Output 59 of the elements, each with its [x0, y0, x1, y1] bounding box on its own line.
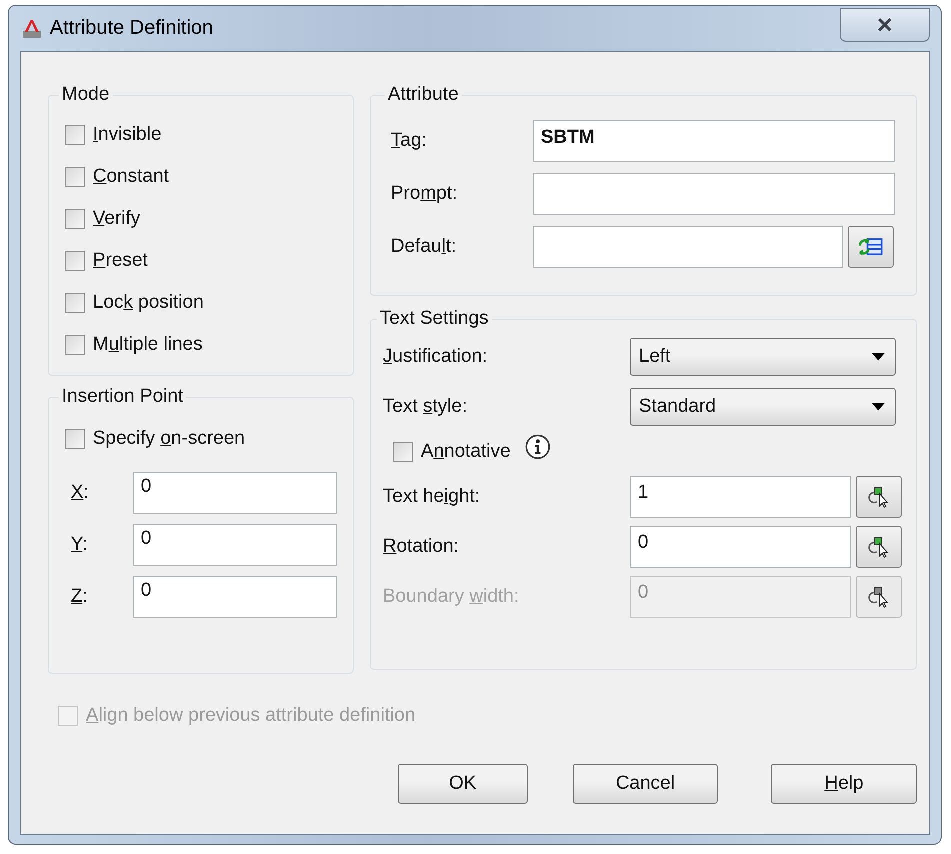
field-label: Tag:: [391, 130, 428, 152]
group-title: Attribute: [387, 84, 460, 106]
dropdown[interactable]: Standard: [630, 388, 896, 426]
checkbox-label: Preset: [93, 250, 148, 272]
checkbox-label: Constant: [93, 166, 170, 188]
cursor-icon: [867, 585, 891, 609]
checkbox-label: Annotative: [421, 441, 511, 463]
checkbox[interactable]: [65, 429, 85, 449]
dialog-button[interactable]: Help: [771, 764, 917, 804]
input-field[interactable]: [533, 172, 895, 214]
checkbox[interactable]: [393, 442, 413, 462]
field-label: Text height:: [383, 486, 482, 508]
field-label: Rotation:: [383, 536, 460, 558]
field-label: Prompt:: [391, 182, 459, 204]
insert-field-button[interactable]: [848, 226, 894, 268]
checkbox[interactable]: [65, 293, 85, 313]
insert-field-icon: [858, 236, 884, 258]
checkbox-label: Align below previous attribute definition: [86, 705, 416, 727]
cursor-icon: [867, 535, 891, 559]
input-field[interactable]: 0: [133, 472, 337, 514]
info-icon[interactable]: [524, 434, 551, 460]
window-title: Attribute Definition: [50, 17, 214, 40]
input-field[interactable]: 0: [133, 576, 337, 618]
field-label: Boundary width:: [383, 586, 520, 608]
app-icon: [22, 18, 42, 38]
checkbox[interactable]: [65, 167, 85, 187]
dialog-button[interactable]: Cancel: [572, 764, 718, 804]
field-label: Y:: [70, 534, 89, 556]
pick-point-button[interactable]: [856, 526, 902, 568]
group-title: Text Settings: [379, 308, 490, 330]
group-title: Mode: [61, 84, 111, 106]
field-label: Justification:: [383, 346, 489, 368]
dialog-button[interactable]: OK: [398, 764, 528, 804]
checkbox[interactable]: [65, 125, 85, 145]
close-icon: [876, 16, 894, 32]
checkbox[interactable]: [65, 335, 85, 355]
input-field[interactable]: 0: [133, 524, 337, 566]
field-label: X:: [70, 482, 90, 504]
dropdown-arrow-icon: [872, 403, 885, 411]
field-label: Default:: [391, 236, 458, 258]
checkbox[interactable]: [65, 251, 85, 271]
close-button[interactable]: [840, 8, 930, 42]
dropdown[interactable]: Left: [630, 338, 896, 376]
cursor-icon: [867, 485, 891, 509]
input-field[interactable]: 1: [630, 476, 851, 518]
group-title: Insertion Point: [61, 386, 184, 408]
dropdown-arrow-icon: [872, 353, 885, 361]
field-label: Z:: [70, 586, 89, 608]
checkbox-label: Multiple lines: [93, 334, 203, 356]
checkbox-label: Specify on-screen: [93, 428, 246, 450]
input-field[interactable]: 0: [630, 526, 851, 568]
checkbox-label: Invisible: [93, 124, 162, 146]
field-label: Text style:: [383, 396, 468, 418]
checkbox[interactable]: [65, 209, 85, 229]
pick-point-button[interactable]: [856, 476, 902, 518]
input-field[interactable]: SBTM: [533, 120, 895, 162]
checkbox-label: Lock position: [93, 292, 204, 314]
input-field[interactable]: [533, 226, 843, 268]
checkbox-label: Verify: [93, 208, 141, 230]
